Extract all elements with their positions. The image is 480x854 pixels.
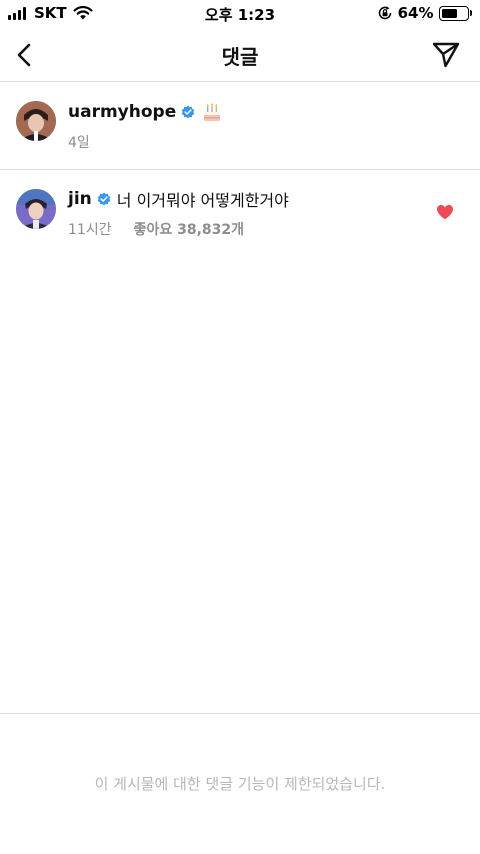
- send-icon: [432, 42, 460, 68]
- comment-likes[interactable]: 좋아요 38,832개: [134, 219, 244, 239]
- caption-time: 4일: [68, 135, 90, 151]
- comment-username[interactable]: jin: [68, 189, 92, 209]
- battery-percent: 64%: [397, 4, 434, 22]
- chevron-left-icon: [17, 43, 31, 67]
- post-caption: uarmyhope 4일: [0, 82, 480, 170]
- wifi-icon: [73, 6, 93, 20]
- birthday-cake-icon: [204, 103, 221, 121]
- header: 댓글: [0, 28, 480, 82]
- page-title: 댓글: [221, 45, 259, 69]
- signal-icon: [8, 6, 28, 20]
- comment-text: 너 이거뭐야 어떻게한거야: [116, 191, 289, 210]
- orientation-lock-icon: [378, 6, 391, 20]
- avatar[interactable]: [16, 101, 56, 141]
- comments-disabled-footer: 이 게시물에 대한 댓글 기능이 제한되었습니다.: [0, 713, 480, 854]
- heart-icon[interactable]: [436, 204, 454, 220]
- verified-badge-icon: [97, 192, 111, 206]
- back-button[interactable]: [6, 37, 42, 73]
- comment-time: 11시간: [68, 222, 112, 238]
- send-button[interactable]: [428, 37, 464, 73]
- verified-badge-icon: [181, 105, 195, 119]
- caption-username[interactable]: uarmyhope: [68, 102, 176, 122]
- status-bar: SKT 오후 1:23 64%: [0, 0, 480, 28]
- battery-icon: [438, 5, 469, 21]
- comments-disabled-note: 이 게시물에 대한 댓글 기능이 제한되었습니다.: [94, 775, 386, 793]
- comment-item: jin 너 이거뭐야 어떻게한거야 11시간 좋아요 38,832개: [0, 171, 480, 251]
- carrier-name: SKT: [34, 4, 67, 22]
- avatar[interactable]: [16, 189, 56, 229]
